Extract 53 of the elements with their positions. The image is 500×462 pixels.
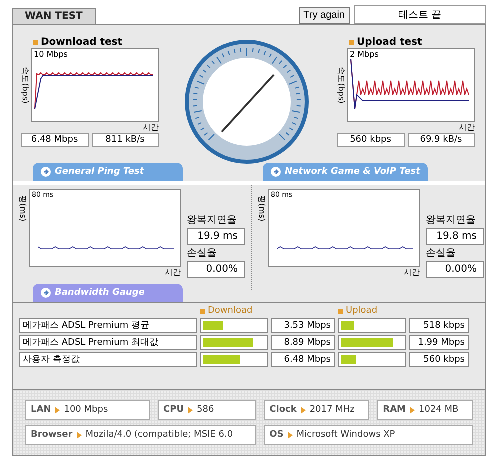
try-again-button[interactable]: Try again: [298, 7, 350, 24]
table-cell: 8.89 Mbps: [271, 335, 335, 350]
reading-field: 811 kB/s: [92, 133, 159, 147]
reading-field: 6.48 Mbps: [21, 133, 88, 147]
info-value: 2017 MHz: [310, 405, 355, 415]
latency-label: 왕복지연율: [426, 214, 477, 227]
axis-label: 속도(bps): [20, 66, 30, 104]
column-header: Download: [208, 306, 253, 316]
loss-field: 0.00%: [426, 261, 484, 278]
axis-label: 시간: [404, 267, 420, 278]
section-title: Bandwidth Gauge: [55, 288, 145, 298]
column-header: Upload: [346, 306, 378, 316]
table-cell: 1.99 Mbps: [409, 335, 469, 350]
info-label: OS: [270, 430, 284, 440]
reading-field: 560 kbps: [337, 133, 404, 147]
section-title: General Ping Test: [55, 167, 144, 177]
latency-field: 19.9 ms: [187, 228, 245, 245]
latency-field: 19.8 ms: [426, 228, 484, 245]
loss-label: 손실율: [187, 247, 218, 260]
axis-label: 시간: [165, 267, 181, 278]
table-cell: 사용자 측정값: [19, 352, 197, 367]
axis-label: 핑(ms): [256, 195, 268, 222]
table-cell: 3.53 Mbps: [271, 318, 335, 333]
info-value: 1024 MB: [419, 405, 459, 415]
info-value: 586: [197, 405, 214, 415]
status-field: 테스트 끝: [354, 5, 486, 24]
info-label: Browser: [31, 430, 73, 440]
loss-label: 손실율: [426, 247, 457, 260]
info-label: CPU: [164, 405, 184, 415]
table-cell: 560 kbps: [409, 352, 469, 367]
info-label: LAN: [31, 405, 52, 415]
axis-label: 속도(bps): [336, 66, 346, 104]
table-cell: 518 kbps: [409, 318, 469, 333]
info-value: Microsoft Windows XP: [296, 430, 396, 440]
info-value: 100 Mbps: [64, 405, 108, 415]
table-cell: 6.48 Mbps: [271, 352, 335, 367]
chart-title: Upload test: [357, 37, 422, 48]
tab[interactable]: WAN TEST: [12, 8, 96, 24]
section-title: Network Game & VoIP Test: [285, 167, 420, 177]
scale-label: 10 Mbps: [34, 50, 68, 59]
info-value: Mozila/4.0 (compatible; MSIE 6.0: [86, 430, 234, 440]
table-cell: 메가패스 ADSL Premium 최대값: [19, 335, 197, 350]
axis-label: 핑(ms): [18, 195, 28, 222]
loss-field: 0.00%: [187, 261, 245, 278]
table-cell: 메가패스 ADSL Premium 평균: [19, 318, 197, 333]
reading-field: 69.9 kB/s: [408, 133, 475, 147]
info-label: Clock: [270, 405, 297, 415]
info-label: RAM: [383, 405, 406, 415]
axis-label: 시간: [459, 122, 475, 133]
axis-label: 시간: [143, 122, 159, 133]
scale-label: 2 Mbps: [350, 50, 379, 59]
latency-label: 왕복지연율: [187, 214, 238, 227]
chart-title: Download test: [41, 37, 123, 48]
